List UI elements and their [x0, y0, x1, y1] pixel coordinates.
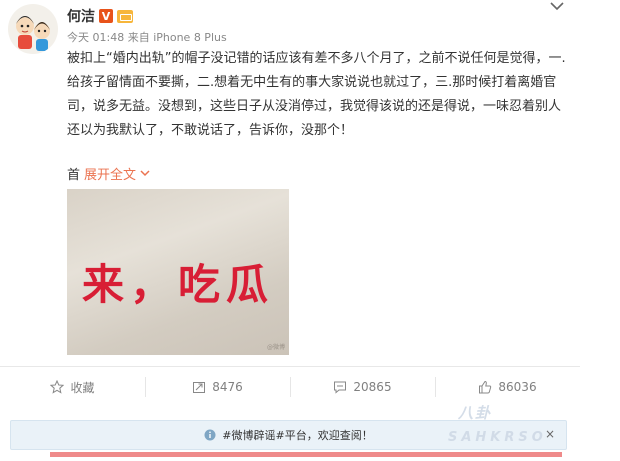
notice-text: #微博辟谣#平台，欢迎查阅！ — [222, 429, 373, 442]
favorite-label: 收藏 — [70, 380, 95, 395]
avatar-cartoon-image — [16, 16, 50, 51]
expand-full-text-link[interactable]: 展开全文 — [84, 164, 150, 183]
image-watermark: @微博 — [266, 344, 285, 351]
repost-button[interactable]: 8476 — [145, 367, 290, 407]
truncated-text-end: 首 — [67, 168, 81, 183]
star-icon — [50, 380, 65, 394]
thumbs-up-icon — [479, 380, 492, 394]
comment-icon — [334, 381, 347, 394]
post-timestamp-source[interactable]: 今天 01:48 来自 iPhone 8 Plus — [67, 29, 227, 45]
favorite-button[interactable]: 收藏 — [0, 367, 145, 407]
member-rank-icon[interactable] — [117, 9, 133, 23]
chevron-down-icon[interactable] — [548, 0, 566, 14]
watermark-line-2: SAHKRSO — [448, 430, 547, 445]
author-row: 何洁 V — [67, 7, 133, 25]
author-name[interactable]: 何洁 — [67, 6, 95, 26]
expand-full-text-label: 展开全文 — [84, 168, 137, 183]
chevron-down-icon — [140, 170, 150, 177]
like-count: 86036 — [498, 380, 537, 394]
weibo-post-card: 何洁 V 今天 01:48 来自 iPhone 8 Plus 被扣上“婚内出轨”… — [0, 0, 580, 406]
comment-count: 20865 — [353, 380, 392, 394]
post-image[interactable]: 来，吃瓜 @微博 — [67, 189, 289, 355]
site-watermark: 八卦 SAHKRSO — [418, 396, 618, 456]
post-text: 被扣上“婚内出轨”的帽子没记错的话应该有差不多八个月了，之前不说任何是觉得，一.… — [67, 51, 566, 138]
image-caption-text: 来，吃瓜 — [81, 260, 274, 309]
avatar[interactable] — [8, 4, 58, 54]
repost-icon — [193, 382, 206, 393]
repost-count: 8476 — [212, 380, 243, 394]
verified-v-icon: V — [99, 9, 113, 23]
comment-button[interactable]: 20865 — [290, 367, 435, 407]
expand-row: 首 展开全文 — [67, 164, 150, 183]
watermark-line-1: 八卦 — [458, 404, 493, 422]
info-icon — [204, 429, 216, 441]
